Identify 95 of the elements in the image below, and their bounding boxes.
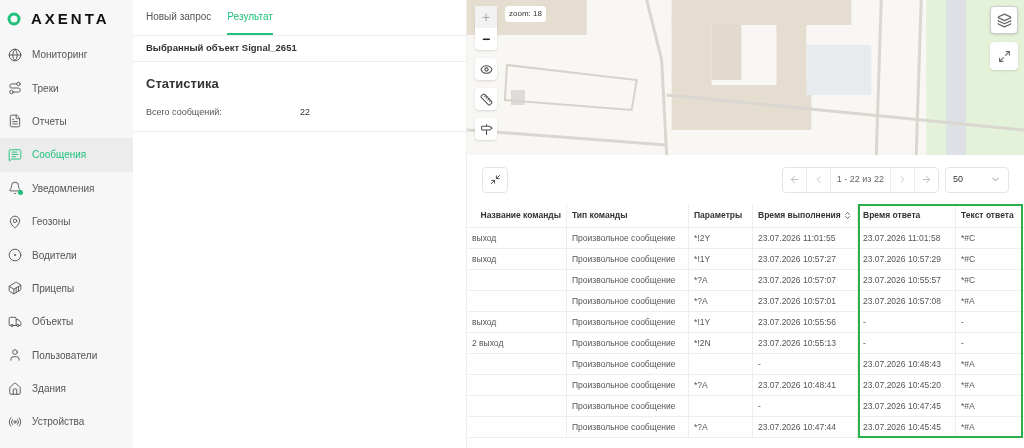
ruler-button[interactable] [475,88,497,110]
table-cell: *#C [961,252,976,266]
table-cell: - [961,336,964,350]
table-cell: - [863,336,866,350]
logo-text: AXENTA [31,8,110,29]
table-cell: *#C [961,231,976,245]
sidebar-item[interactable]: Объекты [0,305,133,339]
table-cell: 23.07.2026 10:57:29 [863,252,941,266]
logo-icon [7,12,21,26]
table-cell: Произвольное сообщение [572,294,676,308]
tab[interactable]: Новый запрос [146,0,212,35]
table-cell: *#C [961,273,976,287]
table-cell: 23.07.2026 10:48:41 [758,378,836,392]
table-cell: *!1Y [694,252,711,266]
sidebar-item[interactable]: Геозоны [0,204,133,239]
collapse-icon [489,174,501,185]
collapse-button[interactable] [482,166,508,193]
table-cell: выход [472,252,497,266]
column-header[interactable]: Текст ответа [956,204,1024,227]
statistics-heading: Статистика [146,75,220,93]
eye-icon [479,62,493,76]
table-cell: Произвольное сообщение [572,399,676,413]
table-cell: Произвольное сообщение [572,378,676,392]
page-size-select[interactable]: 50 [945,166,1009,193]
table-cell: *?A [694,420,708,434]
table-cell: 23.07.2026 10:47:44 [758,420,836,434]
arrow-left-icon [788,174,800,185]
table-cell: *!2N [694,336,711,350]
table-cell: Произвольное сообщение [572,273,676,287]
sidebar-item[interactable]: Треки [0,71,133,105]
table-cell: выход [472,315,497,329]
stat-value: 22 [300,105,310,119]
signpost-icon [479,122,493,136]
column-header[interactable]: Тип команды [567,204,689,227]
table-cell: 23.07.2026 10:45:45 [863,420,941,434]
page-range: 1 - 22 из 22 [835,172,885,186]
table-cell: Произвольное сообщение [572,252,676,266]
road-button[interactable] [475,118,497,140]
table-cell: - [863,315,866,329]
table-cell: - [961,315,964,329]
sidebar-item[interactable]: Водители [0,238,133,272]
table-cell: Произвольное сообщение [572,336,676,350]
table-cell: - [758,357,761,371]
table-cell: 23.07.2026 10:55:56 [758,315,836,329]
table-cell: 23.07.2026 10:57:27 [758,252,836,266]
table-cell: *!2Y [694,231,711,245]
table-cell: *#A [961,420,975,434]
table-cell: - [758,399,761,413]
table-cell: 23.07.2026 10:57:07 [758,273,836,287]
table-cell: 23.07.2026 10:48:43 [863,357,941,371]
column-header[interactable]: Параметры [689,204,753,227]
table-cell: 2 выход [472,336,504,350]
layers-button[interactable] [990,6,1018,34]
sidebar-item[interactable]: Пользователи [0,338,133,372]
table-cell: *?A [694,378,708,392]
sort-icon [842,211,852,220]
table-cell: Произвольное сообщение [572,357,676,371]
ruler-icon [479,92,493,106]
table-cell: Произвольное сообщение [572,231,676,245]
table-cell: 23.07.2026 10:57:08 [863,294,941,308]
column-header[interactable]: Время выполнения [753,204,858,227]
zoom-label: zoom: 18 [505,6,546,22]
table-cell: 23.07.2026 10:45:20 [863,378,941,392]
stat-label: Всего сообщений: [146,105,223,119]
table-cell: 23.07.2026 11:01:58 [863,231,941,245]
fullscreen-button[interactable] [990,42,1018,70]
sidebar-item[interactable]: Устройства [0,405,133,439]
sidebar-item[interactable]: Прицепы [0,271,133,306]
table-cell: Произвольное сообщение [572,420,676,434]
layers-icon [996,12,1012,28]
arrow-right-icon [921,174,932,185]
table-cell: 23.07.2026 10:55:13 [758,336,836,350]
expand-icon [997,49,1011,63]
selected-object-text: Выбранный объект Signal_2651 [146,41,297,56]
sidebar-item[interactable]: Отчеты [0,104,133,139]
table-cell: *?A [694,294,708,308]
column-header[interactable]: Время ответа [858,204,956,227]
zoom-out-button[interactable]: − [475,28,497,50]
column-header[interactable]: Название команды [467,204,567,227]
table-cell: *#A [961,294,975,308]
sidebar-item[interactable]: Уведомления [0,171,133,205]
table-cell: *#A [961,399,975,413]
sidebar-item[interactable]: Мониторинг [0,38,133,72]
table-cell: *!1Y [694,315,711,329]
eye-button[interactable] [475,58,497,80]
table-cell: 23.07.2026 11:01:55 [758,231,836,245]
table-cell: выход [472,231,497,245]
table-cell: 23.07.2026 10:57:01 [758,294,836,308]
table-cell: *?A [694,273,708,287]
sidebar-item[interactable]: Здания [0,371,133,406]
table-cell: 23.07.2026 10:47:45 [863,399,941,413]
table-cell: 23.07.2026 10:55:57 [863,273,941,287]
table-cell: *#A [961,378,975,392]
table-cell: Произвольное сообщение [572,315,676,329]
table-cell: *#A [961,357,975,371]
